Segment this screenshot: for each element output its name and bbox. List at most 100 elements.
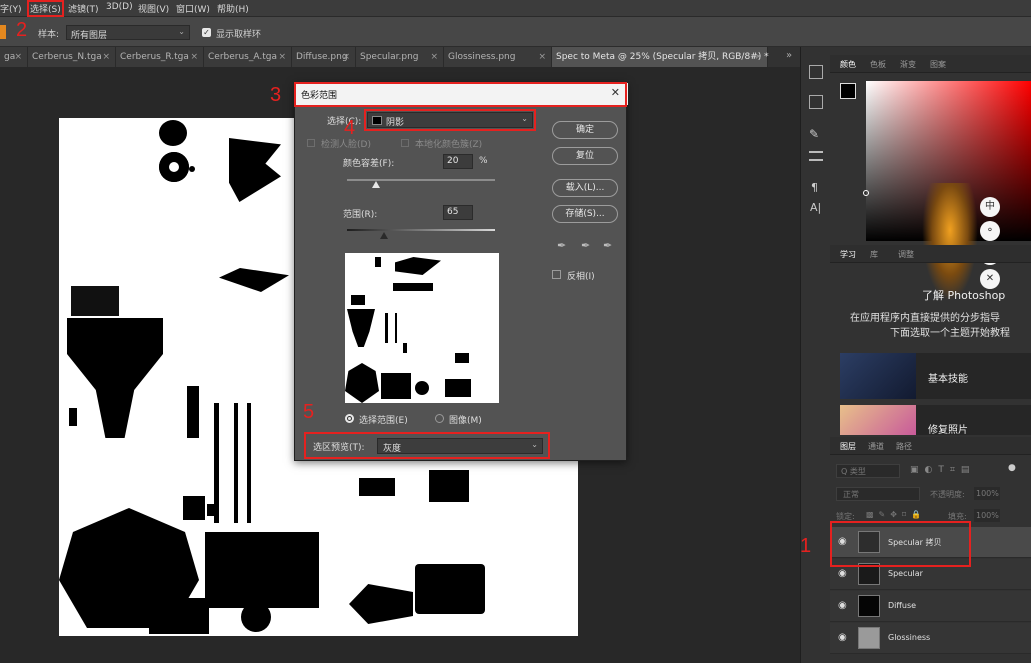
tab-doc-active[interactable]: Spec to Meta @ 25% (Specular 拷贝, RGB/8#)… [552,47,769,67]
load-button[interactable]: 载入(L)... [552,179,618,197]
dialog-titlebar[interactable]: 色彩范围 ✕ [295,83,628,105]
range-input[interactable]: 65 [443,205,473,220]
character-mascot [922,183,978,301]
sample-dropdown[interactable]: 所有图层 ⌄ [66,25,190,41]
opacity-field[interactable]: 100% [974,487,1000,500]
fuzziness-input[interactable]: 20 [443,154,473,169]
layer-row[interactable]: ◉ Specular 拷贝 [830,527,1031,558]
show-ring-checkbox[interactable]: ✓ [202,28,211,37]
tab-label: Spec to Meta @ 25% (Specular 拷贝, RGB/8#)… [556,52,769,62]
tab-label: Cerberus_R.tga [120,52,189,62]
close-icon[interactable]: × [538,47,546,67]
layer-row[interactable]: ◉ Glossiness [830,623,1031,654]
localized-checkbox[interactable] [401,139,409,147]
lock-icons[interactable]: ▩✎✥⌑🔒 [866,510,926,519]
tab-paths[interactable]: 路径 [896,441,912,452]
eyedropper-icon[interactable]: ✒ [557,239,566,252]
tab-doc-2[interactable]: Cerberus_R.tga × [116,47,204,67]
preview-label: 选区预览(T): [313,443,365,453]
filter-icons[interactable]: ▣◐T⌗▤ [910,465,975,475]
color-picker-marker[interactable] [863,190,869,196]
reset-button[interactable]: 复位 [552,147,618,165]
range-slider-thumb[interactable] [380,232,388,239]
close-icon[interactable]: × [278,47,286,67]
tab-label: Specular.png [360,52,419,62]
select-dropdown[interactable]: 阴影 ⌄ [367,112,533,128]
adjust-icon[interactable] [809,151,823,161]
layer-name: Diffuse [888,601,917,610]
eye-icon[interactable]: ◉ [838,600,850,612]
character-icon[interactable]: A| [810,201,821,214]
eye-icon[interactable]: ◉ [838,536,850,548]
range-slider[interactable] [347,229,495,231]
layer-filter-dropdown[interactable]: Q 类型 [836,464,900,478]
tab-doc-3[interactable]: Cerberus_A.tga × [204,47,292,67]
tab-doc-0[interactable]: ga × [0,47,28,67]
fuzziness-slider[interactable] [347,179,495,181]
properties-icon[interactable] [809,95,823,109]
filter-toggle-icon[interactable]: ● [1008,463,1016,473]
layer-row[interactable]: ◉ Diffuse [830,591,1031,622]
close-icon[interactable]: × [14,47,22,67]
close-icon[interactable]: × [190,47,198,67]
tab-label: Diffuse.png [296,52,348,62]
detect-faces-checkbox[interactable] [307,139,315,147]
layer-row[interactable]: ◉ Specular [830,559,1031,590]
tab-channels[interactable]: 通道 [868,441,884,452]
tab-swatches[interactable]: 色板 [870,59,886,70]
preview-dropdown[interactable]: 灰度 ⌄ [377,438,543,454]
menu-filter[interactable]: 滤镜(T) [68,2,99,15]
radio-selection[interactable] [345,414,354,423]
tab-color[interactable]: 颜色 [840,59,856,70]
tab-pattern[interactable]: 图案 [930,59,946,70]
radio-image[interactable] [435,414,444,423]
invert-checkbox[interactable] [552,270,561,279]
menu-view[interactable]: 视图(V) [138,2,169,15]
ime-butterfly-icon[interactable]: ✕ [980,269,1000,289]
tile-basic-skills[interactable]: 基本技能 [840,353,1031,399]
tab-overflow-icon[interactable]: » [786,50,792,61]
fill-field[interactable]: 100% [974,509,1000,522]
tile-repair-photos[interactable]: 修复照片 [840,405,1031,436]
menu-3d[interactable]: 3D(D) [106,2,133,12]
fuzziness-slider-thumb[interactable] [372,181,380,188]
close-icon[interactable]: × [430,47,438,67]
blend-mode-dropdown[interactable]: 正常 [836,487,920,501]
tab-gradient[interactable]: 渐变 [900,59,916,70]
menu-type[interactable]: 字(Y) [0,2,22,15]
eyedropper-minus-icon[interactable]: ✒ [603,239,612,252]
history-icon[interactable] [809,65,823,79]
paragraph-icon[interactable]: ¶ [811,181,818,194]
eye-icon[interactable]: ◉ [838,632,850,644]
close-icon[interactable]: × [102,47,110,67]
menu-help[interactable]: 帮助(H) [217,2,249,15]
close-icon[interactable]: × [342,47,350,67]
ok-button[interactable]: 确定 [552,121,618,139]
menu-select[interactable]: 选择(S) [30,2,61,15]
tab-learn[interactable]: 学习 [840,249,856,260]
tab-doc-6[interactable]: Glossiness.png × [444,47,552,67]
layer-thumbnail [858,531,880,553]
eye-icon[interactable]: ◉ [838,568,850,580]
foreground-swatch[interactable] [840,83,856,99]
tab-doc-5[interactable]: Specular.png × [356,47,444,67]
select-value: 阴影 [386,118,405,128]
save-button[interactable]: 存储(S)... [552,205,618,223]
tab-doc-4[interactable]: Diffuse.png × [292,47,356,67]
menu-window[interactable]: 窗口(W) [176,2,210,15]
document-tab-bar: ga × Cerberus_N.tga × Cerberus_R.tga × Cerb… [0,47,800,67]
eyedropper-plus-icon[interactable]: ✒ [581,239,590,252]
close-icon[interactable]: ✕ [611,86,620,99]
tab-adjust[interactable]: 调整 [898,249,914,260]
color-panel-tabs: 颜色 色板 渐变 图案 [830,55,1031,73]
tool-swatch [0,25,6,39]
tab-doc-1[interactable]: Cerberus_N.tga × [28,47,116,67]
tab-library[interactable]: 库 [870,249,878,260]
tab-layers[interactable]: 图层 [840,441,856,452]
chevron-down-icon: ⌄ [531,440,538,449]
close-icon[interactable]: × [754,47,762,67]
sample-label: 样本: [38,30,60,40]
brush-icon[interactable]: ✎ [809,127,823,141]
ime-punctuation-icon[interactable]: ⚬ [980,221,1000,241]
ime-chinese-icon[interactable]: 中 [980,197,1000,217]
